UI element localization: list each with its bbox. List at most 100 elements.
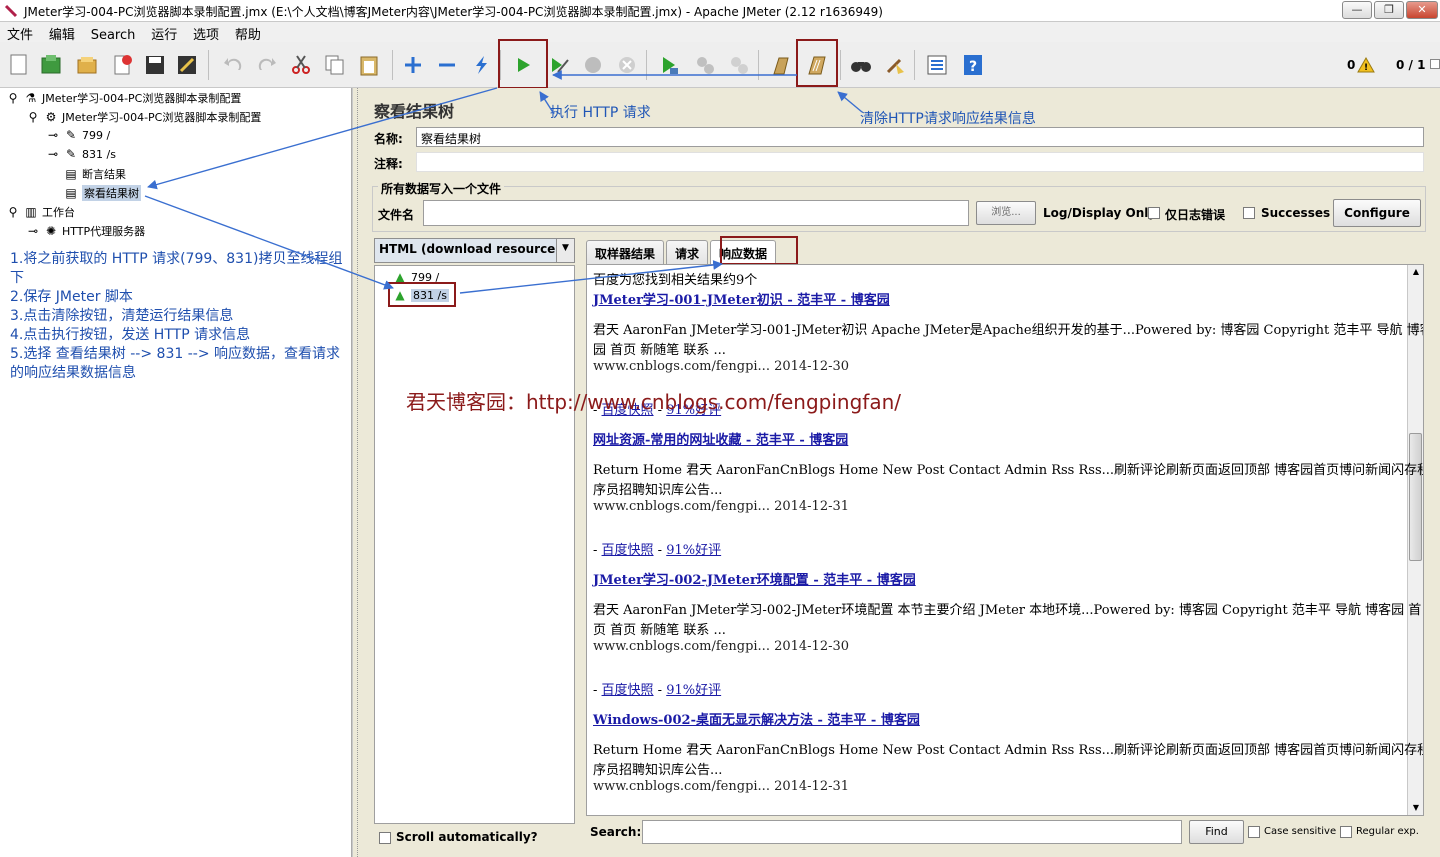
result-url-date: www.cnblogs.com/fengpi... 2014-12-30 — [593, 359, 850, 374]
render-type-select[interactable]: HTML (download resources) ▼ — [374, 238, 575, 263]
result-snippet: 百度为您找到相关结果约9个 — [593, 273, 758, 288]
expand-handle-icon[interactable]: ⊸ — [46, 147, 60, 161]
tab-request[interactable]: 请求 — [666, 240, 709, 266]
clear-icon[interactable] — [766, 50, 796, 80]
tree-item-thread-group[interactable]: ⚲ ⚙ JMeter学习-004-PC浏览器脚本录制配置 — [26, 109, 262, 125]
annotation-clear: 清除HTTP请求响应结果信息 — [860, 111, 1036, 127]
templates-icon[interactable] — [36, 50, 66, 80]
warning-count: 0 — [1347, 58, 1356, 72]
thread-group-icon: ⚙ — [45, 110, 57, 124]
result-snippet: 页 首页 新随笔 联系 ... — [593, 623, 726, 638]
find-button[interactable]: Find — [1189, 820, 1244, 844]
close-file-icon[interactable] — [108, 50, 138, 80]
response-scrollbar[interactable]: ▲ ▼ — [1407, 265, 1423, 815]
errors-only-checkbox[interactable] — [1148, 207, 1160, 219]
scroll-auto-checkbox[interactable] — [379, 832, 391, 844]
start-no-pause-icon[interactable] — [544, 50, 574, 80]
result-links[interactable]: - 百度快照 - 91%好评 — [593, 539, 721, 558]
cut-icon[interactable] — [286, 50, 316, 80]
tab-sampler-result[interactable]: 取样器结果 — [586, 240, 665, 266]
collapse-icon[interactable] — [432, 50, 462, 80]
successes-label: Successes — [1261, 206, 1331, 220]
remote-exit-icon[interactable] — [724, 50, 754, 80]
result-title-text[interactable]: Windows-002-桌面无显示解决方法 - 范丰平 - 博客园 — [593, 713, 920, 728]
result-title-link[interactable]: 网址资源-常用的网址收藏 - 范丰平 - 博客园 — [593, 429, 848, 448]
comment-field[interactable] — [416, 152, 1424, 172]
result-title-link[interactable]: Windows-002-桌面无显示解决方法 - 范丰平 - 博客园 — [593, 709, 920, 728]
search-label: Search: — [590, 825, 642, 839]
result-title-text[interactable]: JMeter学习-002-JMeter环境配置 - 范丰平 - 博客园 — [593, 573, 916, 588]
shutdown-icon[interactable] — [612, 50, 642, 80]
tree-item-proxy-server[interactable]: ⊸ ✺ HTTP代理服务器 — [26, 223, 145, 239]
snapshot-link[interactable]: 百度快照 — [602, 683, 654, 698]
thread-indicator — [1430, 59, 1440, 69]
expand-handle-icon[interactable]: ⊸ — [26, 224, 40, 238]
listener-icon: ▤ — [65, 186, 77, 200]
result-links[interactable]: - 百度快照 - 91%好评 — [593, 679, 721, 698]
undo-icon[interactable] — [218, 50, 248, 80]
new-icon[interactable] — [4, 50, 34, 80]
clear-highlight — [796, 39, 838, 87]
snapshot-link[interactable]: 百度快照 — [602, 543, 654, 558]
expand-handle-icon[interactable]: ⚲ — [6, 91, 20, 105]
svg-text:?: ? — [969, 59, 977, 75]
chevron-down-icon[interactable]: ▼ — [556, 239, 574, 262]
reset-search-icon[interactable] — [880, 50, 910, 80]
search-icon[interactable] — [846, 50, 876, 80]
help-icon[interactable]: ? — [958, 50, 988, 80]
paste-icon[interactable] — [354, 50, 384, 80]
successes-checkbox[interactable] — [1243, 207, 1255, 219]
result-snippet: 君天 AaronFan JMeter学习-001-JMeter初识 Apache… — [593, 323, 1424, 338]
minimize-button[interactable]: — — [1342, 1, 1372, 19]
expand-icon[interactable] — [398, 50, 428, 80]
redo-icon[interactable] — [252, 50, 282, 80]
file-group-title: 所有数据写入一个文件 — [378, 180, 505, 197]
rating-link[interactable]: 91%好评 — [666, 543, 721, 558]
copy-icon[interactable] — [320, 50, 350, 80]
filename-input[interactable] — [423, 200, 969, 226]
tree-item-sampler-799[interactable]: ⊸ ✎ 799 / — [46, 128, 110, 142]
name-field[interactable]: 察看结果树 — [416, 127, 1424, 147]
maximize-button[interactable]: ❐ — [1374, 1, 1404, 19]
proxy-icon: ✺ — [45, 224, 57, 238]
result-title-link[interactable]: JMeter学习-001-JMeter初识 - 范丰平 - 博客园 — [593, 289, 890, 308]
open-icon[interactable] — [72, 50, 102, 80]
scroll-up-icon[interactable]: ▲ — [1408, 265, 1423, 279]
tree-item-assertion-results[interactable]: ▤ 断言结果 — [64, 166, 126, 182]
tree-item-workbench[interactable]: ⚲ ▥ 工作台 — [6, 204, 75, 220]
remote-start-icon[interactable] — [654, 50, 684, 80]
remote-stop-icon[interactable] — [690, 50, 720, 80]
tree-item-test-plan[interactable]: ⚲ ⚗ JMeter学习-004-PC浏览器脚本录制配置 — [6, 90, 242, 106]
note-line: 1.将之前获取的 HTTP 请求(799、831)拷贝至线程组下 — [10, 251, 343, 286]
browse-button[interactable]: 浏览... — [976, 201, 1036, 225]
tree-item-sampler-831[interactable]: ⊸ ✎ 831 /s — [46, 147, 116, 161]
result-title-text[interactable]: 网址资源-常用的网址收藏 - 范丰平 - 博客园 — [593, 433, 848, 448]
case-sensitive-checkbox[interactable] — [1248, 826, 1260, 838]
rating-link[interactable]: 91%好评 — [666, 683, 721, 698]
save-as-icon[interactable] — [172, 50, 202, 80]
filename-label: 文件名 — [378, 208, 415, 222]
configure-button[interactable]: Configure — [1333, 199, 1421, 227]
response-content: ▲ ▼ 百度为您找到相关结果约9个 JMeter学习-001-JMeter初识 -… — [586, 264, 1424, 816]
scroll-down-icon[interactable]: ▼ — [1408, 801, 1423, 815]
expand-handle-icon[interactable]: ⚲ — [26, 110, 40, 124]
result-url-date: www.cnblogs.com/fengpi... 2014-12-31 — [593, 779, 850, 794]
expand-handle-icon[interactable]: ⊸ — [46, 128, 60, 142]
result-url-date: www.cnblogs.com/fengpi... 2014-12-30 — [593, 639, 850, 654]
stop-icon[interactable] — [578, 50, 608, 80]
result-snippet: 园 首页 新随笔 联系 ... — [593, 343, 726, 358]
close-button[interactable]: ✕ — [1406, 1, 1438, 19]
expand-handle-icon[interactable]: ⚲ — [6, 205, 20, 219]
result-snippet: 君天 AaronFan JMeter学习-002-JMeter环境配置 本节主要… — [593, 603, 1422, 618]
result-title-link[interactable]: JMeter学习-002-JMeter环境配置 - 范丰平 - 博客园 — [593, 569, 916, 588]
result-title-text[interactable]: JMeter学习-001-JMeter初识 - 范丰平 - 博客园 — [593, 293, 890, 308]
search-input[interactable] — [642, 820, 1182, 844]
pane-splitter[interactable] — [352, 88, 364, 857]
toggle-icon[interactable] — [466, 50, 496, 80]
regex-checkbox[interactable] — [1340, 826, 1352, 838]
scroll-thumb[interactable] — [1409, 433, 1422, 561]
tree-item-view-results-tree[interactable]: ▤ 察看结果树 — [64, 185, 141, 201]
regex-label: Regular exp. — [1356, 826, 1419, 837]
save-icon[interactable] — [140, 50, 170, 80]
function-helper-icon[interactable] — [922, 50, 952, 80]
